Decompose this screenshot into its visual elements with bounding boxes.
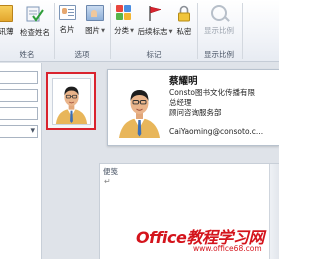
private-label: 私密 xyxy=(176,27,192,36)
categorize-label: 分类 ▼ xyxy=(114,25,134,36)
categorize-icon xyxy=(116,5,132,21)
contact-photo-button[interactable] xyxy=(46,72,96,130)
card-text-block: 蔡耀明 Consto图书文化传播有限 总经理 顾问咨询服务部 xyxy=(169,76,279,118)
notes-scrollbar[interactable] xyxy=(269,164,279,259)
address-book-label: 讯薄 xyxy=(0,27,14,36)
notes-label: 便笺 xyxy=(103,167,118,176)
picture-label-text: 图片 xyxy=(85,26,101,35)
form-background xyxy=(43,148,99,259)
picture-icon xyxy=(86,5,104,21)
business-card-icon xyxy=(58,5,76,20)
chevron-down-icon: ▼ xyxy=(168,28,173,35)
contact-form-fields xyxy=(0,63,42,259)
watermark-url: www.office68.com xyxy=(193,244,262,253)
card-department: 顾问咨询服务部 xyxy=(169,108,222,117)
ribbon: 讯薄 检查姓名 姓名 名片 图片 ▼ 选项 分类 ▼ 后续标志 ▼ 私密 标记 … xyxy=(0,0,279,62)
person-photo-icon xyxy=(52,78,90,124)
chevron-down-icon: ▼ xyxy=(101,27,105,34)
categorize-label-text: 分类 xyxy=(114,26,130,35)
notes-text-cursor: ↵ xyxy=(104,177,111,186)
chevron-down-icon: ▼ xyxy=(130,27,134,34)
watermark: Office教程学习网 www.office68.com xyxy=(136,224,264,253)
lock-icon xyxy=(177,5,191,22)
address-book-button[interactable]: 讯薄 xyxy=(0,2,18,42)
address-book-icon xyxy=(0,5,13,22)
form-field[interactable] xyxy=(0,107,38,120)
card-name: 蔡耀明 xyxy=(169,76,198,87)
group-label-names: 姓名 xyxy=(19,50,35,59)
check-names-button[interactable]: 检查姓名 xyxy=(18,2,52,42)
check-names-icon xyxy=(26,5,44,23)
form-combo-field[interactable] xyxy=(0,125,38,138)
flag-icon xyxy=(147,5,163,22)
person-photo-icon xyxy=(116,80,163,138)
picture-label: 图片 ▼ xyxy=(85,25,105,36)
business-card-label: 名片 xyxy=(59,25,75,34)
business-card-button[interactable]: 名片 xyxy=(56,2,78,42)
card-photo xyxy=(116,80,163,138)
group-separator xyxy=(197,3,198,59)
zoom-button[interactable]: 显示比例 xyxy=(199,2,239,42)
contact-photo xyxy=(51,77,91,125)
categorize-button[interactable]: 分类 ▼ xyxy=(112,2,136,42)
form-field[interactable] xyxy=(0,89,38,102)
card-job-title: 总经理 xyxy=(169,98,192,107)
zoom-label: 显示比例 xyxy=(204,26,234,35)
card-email: CaiYaoming@consoto.c... xyxy=(169,127,264,136)
follow-up-label-text: 后续标志 xyxy=(137,27,168,36)
group-label-tags: 标记 xyxy=(146,50,162,59)
magnifier-icon xyxy=(211,5,227,21)
picture-button[interactable]: 图片 ▼ xyxy=(82,2,108,42)
follow-up-button[interactable]: 后续标志 ▼ xyxy=(137,2,173,42)
follow-up-label: 后续标志 ▼ xyxy=(138,26,173,37)
contact-window: 讯薄 检查姓名 姓名 名片 图片 ▼ 选项 分类 ▼ 后续标志 ▼ 私密 标记 … xyxy=(0,0,279,259)
group-separator xyxy=(242,3,243,59)
private-button[interactable]: 私密 xyxy=(174,2,194,42)
group-separator xyxy=(110,3,111,59)
card-company: Consto图书文化传播有限 xyxy=(169,88,256,97)
group-separator xyxy=(54,3,55,59)
form-field[interactable] xyxy=(0,71,38,84)
business-card-preview[interactable]: 蔡耀明 Consto图书文化传播有限 总经理 顾问咨询服务部 CaiYaomin… xyxy=(107,69,279,146)
check-names-label: 检查姓名 xyxy=(20,28,50,37)
group-label-zoom: 显示比例 xyxy=(204,50,234,59)
group-label-options: 选项 xyxy=(74,50,90,59)
